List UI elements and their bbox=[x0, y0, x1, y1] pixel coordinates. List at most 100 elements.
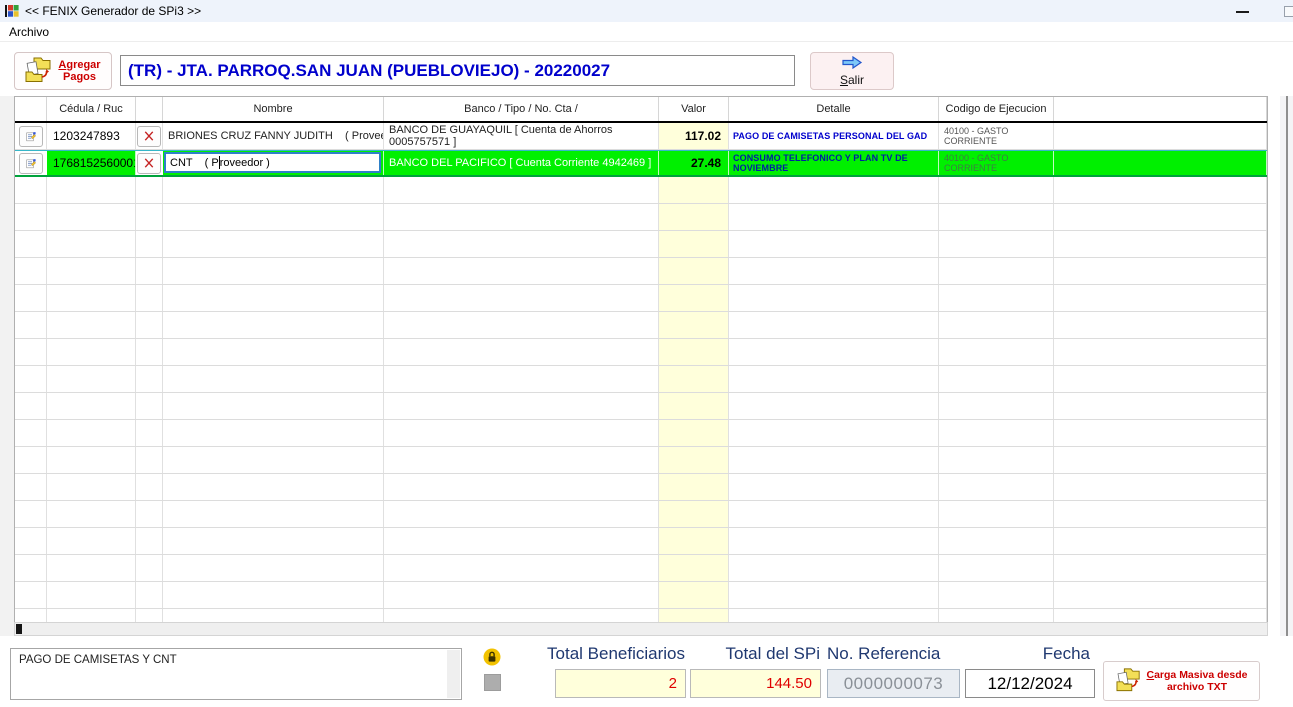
empty-cell bbox=[136, 177, 163, 203]
delete-x-icon bbox=[144, 157, 154, 169]
carga-masiva-button[interactable]: Carga Masiva desdearchivo TXT bbox=[1103, 661, 1260, 701]
empty-cell bbox=[729, 393, 939, 419]
header-edit-col bbox=[15, 97, 47, 121]
table-row[interactable]: 1203247893 BRIONES CRUZ FANNY JUDITH ( P… bbox=[15, 123, 1267, 150]
empty-cell bbox=[659, 366, 729, 392]
empty-cell bbox=[136, 339, 163, 365]
empty-cell bbox=[47, 285, 136, 311]
comment-textarea[interactable]: PAGO DE CAMISETAS Y CNT bbox=[10, 648, 462, 700]
header-codigo: Codigo de Ejecucion bbox=[939, 97, 1054, 121]
grid-horizontal-scrollbar[interactable] bbox=[14, 622, 1268, 636]
agregar-pagos-button[interactable]: AgregarPagos bbox=[14, 52, 112, 90]
empty-cell bbox=[47, 258, 136, 284]
delete-row-button[interactable] bbox=[137, 126, 161, 147]
empty-cell bbox=[136, 447, 163, 473]
empty-cell bbox=[729, 285, 939, 311]
empty-cell bbox=[15, 474, 47, 500]
empty-cell bbox=[136, 231, 163, 257]
empty-cell bbox=[15, 582, 47, 608]
header-valor: Valor bbox=[659, 97, 729, 121]
empty-cell bbox=[939, 393, 1054, 419]
horizontal-scroll-thumb[interactable] bbox=[16, 624, 22, 634]
empty-cell bbox=[1054, 582, 1267, 608]
edit-row-button[interactable] bbox=[19, 126, 43, 147]
nombre-edit-input[interactable]: CNT ( Proveedor ) bbox=[164, 152, 381, 173]
total-spi-label: Total del SPi bbox=[690, 644, 820, 664]
row1-edit-cell bbox=[15, 123, 47, 149]
empty-cell bbox=[47, 339, 136, 365]
empty-cell bbox=[163, 231, 384, 257]
delete-x-icon bbox=[144, 130, 154, 142]
add-payments-folder-icon bbox=[25, 56, 53, 86]
empty-cell bbox=[47, 312, 136, 338]
table-row-selected[interactable]: 1768152560001 CNT ( Proveedor ) BANCO DE… bbox=[15, 150, 1267, 177]
empty-table-row bbox=[15, 312, 1267, 339]
header-nombre: Nombre bbox=[163, 97, 384, 121]
empty-cell bbox=[659, 231, 729, 257]
delete-row-button[interactable] bbox=[137, 153, 161, 174]
empty-cell bbox=[136, 366, 163, 392]
empty-table-row bbox=[15, 609, 1267, 622]
empty-table-row bbox=[15, 339, 1267, 366]
empty-cell bbox=[384, 555, 659, 581]
empty-cell bbox=[15, 447, 47, 473]
vertical-scroll-thumb[interactable] bbox=[1286, 96, 1288, 636]
comment-scrollbar[interactable] bbox=[447, 650, 460, 698]
empty-cell bbox=[163, 339, 384, 365]
row2-nombre-cell: CNT ( Proveedor ) bbox=[163, 151, 384, 175]
empty-cell bbox=[47, 366, 136, 392]
grid-vertical-scrollbar[interactable] bbox=[1280, 96, 1293, 636]
empty-cell bbox=[729, 258, 939, 284]
empty-cell bbox=[1054, 420, 1267, 446]
header-extra-col bbox=[1054, 97, 1267, 121]
gray-square-button[interactable] bbox=[484, 674, 501, 691]
empty-cell bbox=[659, 177, 729, 203]
total-spi-field[interactable]: 144.50 bbox=[690, 669, 821, 698]
empty-cell bbox=[1054, 474, 1267, 500]
row1-delete-cell bbox=[136, 123, 163, 149]
empty-cell bbox=[729, 339, 939, 365]
maximize-button[interactable] bbox=[1284, 6, 1293, 17]
empty-cell bbox=[163, 501, 384, 527]
empty-cell bbox=[136, 420, 163, 446]
row2-banco: BANCO DEL PACIFICO [ Cuenta Corriente 49… bbox=[384, 151, 659, 175]
salir-button[interactable]: Salir bbox=[810, 52, 894, 90]
row1-nombre: BRIONES CRUZ FANNY JUDITH ( Proveedor ) bbox=[163, 123, 384, 149]
empty-cell bbox=[659, 528, 729, 554]
empty-table-row bbox=[15, 582, 1267, 609]
empty-cell bbox=[47, 231, 136, 257]
fecha-field[interactable]: 12/12/2024 bbox=[965, 669, 1095, 698]
row1-extra bbox=[1054, 123, 1267, 149]
entity-title-field[interactable]: (TR) - JTA. PARROQ.SAN JUAN (PUEBLOVIEJO… bbox=[120, 55, 795, 86]
empty-cell bbox=[1054, 447, 1267, 473]
row2-detalle: CONSUMO TELEFONICO Y PLAN TV DE NOVIEMBR… bbox=[729, 151, 939, 175]
menu-archivo[interactable]: Archivo bbox=[0, 25, 58, 39]
carga-masiva-label: Carga Masiva desdearchivo TXT bbox=[1147, 669, 1248, 693]
empty-table-row bbox=[15, 420, 1267, 447]
agregar-pagos-label: AgregarPagos bbox=[58, 59, 100, 83]
header-cedula: Cédula / Ruc bbox=[47, 97, 136, 121]
empty-cell bbox=[384, 231, 659, 257]
empty-cell bbox=[384, 366, 659, 392]
row1-valor: 117.02 bbox=[659, 123, 729, 149]
empty-cell bbox=[1054, 555, 1267, 581]
empty-table-row bbox=[15, 528, 1267, 555]
empty-cell bbox=[939, 312, 1054, 338]
empty-cell bbox=[163, 420, 384, 446]
total-beneficiarios-field[interactable]: 2 bbox=[555, 669, 686, 698]
minimize-button[interactable] bbox=[1236, 11, 1249, 13]
payments-grid: Cédula / Ruc Nombre Banco / Tipo / No. C… bbox=[14, 96, 1268, 622]
empty-cell bbox=[163, 582, 384, 608]
empty-cell bbox=[659, 339, 729, 365]
edit-row-button[interactable] bbox=[19, 153, 43, 174]
empty-cell bbox=[939, 474, 1054, 500]
row2-codigo: 40100 - GASTO CORRIENTE bbox=[939, 151, 1054, 175]
lock-icon[interactable] bbox=[483, 648, 501, 671]
row1-banco: BANCO DE GUAYAQUIL [ Cuenta de Ahorros 0… bbox=[384, 123, 659, 149]
empty-cell bbox=[163, 528, 384, 554]
empty-cell bbox=[729, 474, 939, 500]
header-detalle: Detalle bbox=[729, 97, 939, 121]
empty-cell bbox=[163, 474, 384, 500]
empty-cell bbox=[729, 204, 939, 230]
empty-table-row bbox=[15, 447, 1267, 474]
